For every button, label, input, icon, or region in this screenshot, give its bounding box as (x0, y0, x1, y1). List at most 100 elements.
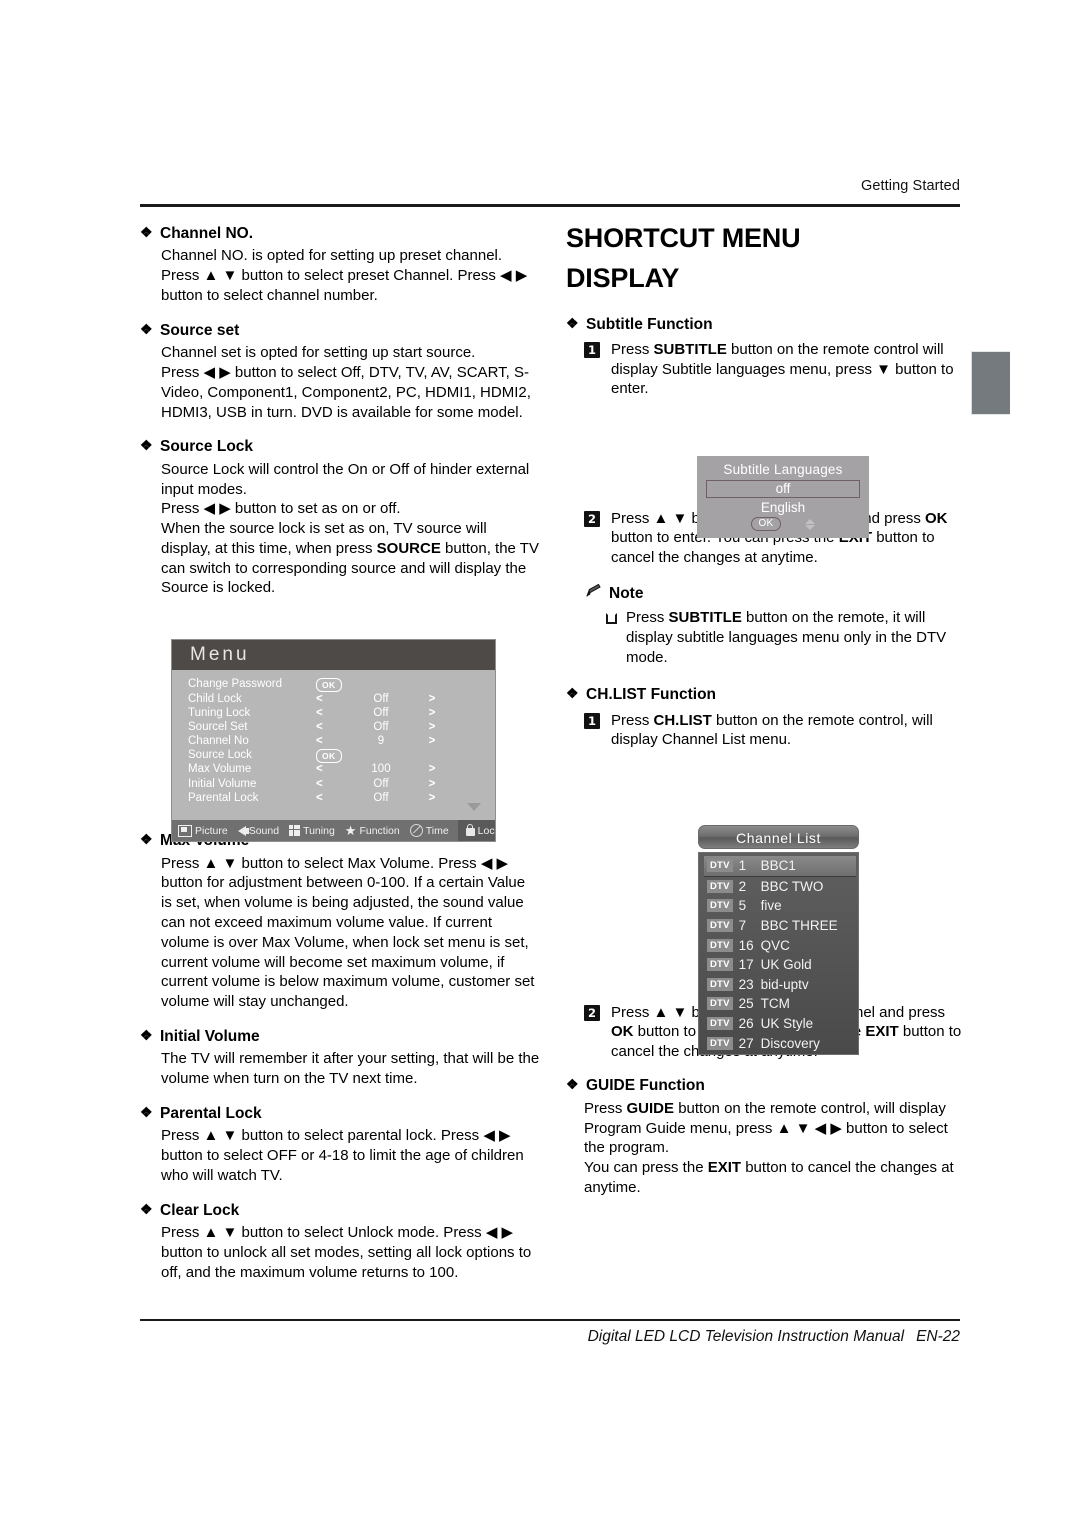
diamond-bullet-icon: ❖ (140, 1200, 153, 1217)
channel-name: BBC THREE (760, 918, 838, 934)
ok-pill[interactable]: OK (316, 678, 342, 693)
scroll-down-caret-icon[interactable] (467, 803, 481, 811)
note-title: Note (609, 584, 644, 602)
page-edge-tab-marker (971, 351, 1010, 415)
menu-row-left-arrow[interactable]: < (316, 736, 350, 748)
section-body: Press ▲ ▼ button to select Max Volume. P… (161, 854, 540, 1012)
star-icon: ★ (344, 823, 357, 838)
note-heading: Note (584, 583, 966, 604)
menu-row-value: Off (373, 720, 389, 733)
channel-name: TCM (760, 996, 790, 1012)
menu-row-right-arrow[interactable]: > (412, 693, 452, 706)
manual-title: Digital LED LCD Television Instruction M… (587, 1328, 905, 1345)
tv-menu-tab-time[interactable]: Time (405, 820, 454, 841)
menu-row-right-arrow[interactable]: > (412, 721, 452, 734)
menu-row-change-password[interactable]: Change Password OK (188, 678, 485, 693)
channel-list-row[interactable]: DTV 16 QVC (704, 935, 858, 955)
section-title: Channel NO. (160, 225, 254, 242)
channel-list-row[interactable]: DTV 2 BBC TWO (704, 877, 858, 897)
menu-row-value: Off (373, 777, 389, 790)
channel-list-row[interactable]: DTV 23 bid-uptv (704, 975, 858, 995)
tv-menu-tab-function[interactable]: ★ Function (340, 820, 405, 841)
menu-row-initial-volume[interactable]: Initial Volume < Off > (188, 777, 485, 791)
page-title-line2: DISPLAY (566, 263, 680, 294)
tv-menu-tab-lock[interactable]: Lock (457, 820, 495, 841)
channel-list-row[interactable]: DTV 27 Discovery (704, 1033, 858, 1053)
menu-row-right-arrow[interactable]: > (412, 764, 452, 776)
menu-row-left-arrow[interactable]: < (316, 721, 350, 734)
channel-number: 26 (738, 1016, 754, 1032)
section-title: Clear Lock (160, 1201, 240, 1219)
subtitle-languages-option[interactable]: English (697, 500, 869, 515)
channel-list-row[interactable]: DTV 26 UK Style (704, 1014, 858, 1034)
lock-icon (465, 823, 475, 836)
dtv-tag: DTV (707, 938, 733, 952)
diamond-bullet-icon: ❖ (140, 224, 153, 240)
header-rule (140, 204, 960, 208)
channel-list-row[interactable]: DTV 1 BBC1 (704, 856, 856, 877)
menu-row-left-arrow[interactable]: < (316, 693, 350, 706)
section-initial-volume: ❖ Initial Volume The TV will remember it… (140, 1027, 540, 1089)
paragraph: The TV will remember it after your setti… (161, 1050, 540, 1088)
subtitle-languages-selected-value[interactable]: off (706, 480, 860, 498)
section-title: Subtitle Function (586, 315, 713, 333)
diamond-bullet-icon: ❖ (140, 831, 153, 848)
menu-row-left-arrow[interactable]: < (316, 764, 350, 776)
tab-label: Time (425, 824, 449, 837)
paragraph: Press ▲ ▼ button to select preset Channe… (161, 267, 528, 304)
step-text: Press SUBTITLE button on the remote cont… (611, 341, 954, 398)
tv-menu-tab-tuning[interactable]: Tuning (284, 820, 340, 841)
tab-label: Sound (248, 824, 280, 837)
menu-row-right-arrow[interactable]: > (412, 707, 452, 720)
clock-icon (409, 824, 423, 837)
step-number-badge: 2 (584, 510, 600, 527)
menu-row-right-arrow[interactable]: > (412, 778, 452, 791)
menu-row-channel-no[interactable]: Channel No < 9 > (188, 735, 485, 749)
channel-list-row[interactable]: DTV 25 TCM (704, 994, 858, 1014)
section-heading: ❖ Source Lock (140, 437, 540, 456)
dtv-tag: DTV (707, 997, 733, 1011)
diamond-bullet-icon: ❖ (566, 1076, 579, 1093)
channel-list-row[interactable]: DTV 5 five (704, 896, 858, 916)
paragraph: You can press the EXIT button to cancel … (584, 1159, 954, 1196)
ok-pill[interactable]: OK (751, 517, 781, 531)
menu-row-tuning-lock[interactable]: Tuning Lock < Off > (188, 706, 485, 720)
menu-row-left-arrow[interactable]: < (316, 792, 350, 805)
speaker-icon (237, 825, 249, 836)
tv-menu-tab-bar: Picture Sound Tuning ★ Function Time Loc… (172, 820, 495, 841)
channel-list-row[interactable]: DTV 17 UK Gold (704, 955, 858, 975)
menu-row-child-lock[interactable]: Child Lock < Off > (188, 692, 485, 706)
section-subtitle-function: ❖ Subtitle Function 1 Press SUBTITLE but… (566, 315, 966, 399)
menu-row-left-arrow[interactable]: < (316, 778, 350, 791)
menu-row-right-arrow[interactable]: > (412, 792, 452, 805)
channel-number: 5 (738, 898, 747, 914)
step-item: 1 Press CH.LIST button on the remote con… (584, 711, 966, 750)
up-down-arrows-icon[interactable] (804, 518, 815, 530)
subtitle-languages-screenshot: Subtitle Languages off English OK (697, 456, 869, 538)
channel-list-row[interactable]: DTV 7 BBC THREE (704, 916, 858, 936)
menu-row-left-arrow[interactable]: < (316, 707, 350, 720)
menu-row-value: Off (373, 692, 389, 705)
diamond-bullet-icon: ❖ (140, 1027, 153, 1044)
ok-pill[interactable]: OK (316, 749, 342, 764)
subtitle-languages-footer: OK (697, 517, 869, 531)
menu-row-max-volume[interactable]: Max Volume < 100 > (188, 763, 485, 777)
paragraph: Press ▲ ▼ button to select parental lock… (161, 1127, 524, 1184)
section-title: Parental Lock (160, 1105, 262, 1122)
section-max-volume: ❖ Max Volume Press ▲ ▼ button to select … (140, 831, 540, 1012)
section-heading: ❖ Subtitle Function (566, 315, 966, 334)
menu-row-label: Change Password (188, 678, 282, 691)
menu-row-sourcel-set[interactable]: Sourcel Set < Off > (188, 721, 485, 735)
channel-name: BBC1 (760, 858, 796, 874)
section-heading: ❖ Source set (140, 321, 540, 340)
menu-row-right-arrow[interactable]: > (412, 736, 452, 748)
tv-menu-tab-picture[interactable]: Picture (172, 820, 233, 841)
section-parental-lock: ❖ Parental Lock Press ▲ ▼ button to sele… (140, 1104, 540, 1186)
diamond-bullet-icon: ❖ (566, 685, 579, 702)
tab-label: Picture (195, 824, 228, 837)
menu-row-parental-lock[interactable]: Parental Lock < Off > (188, 792, 485, 806)
menu-row-label: Child Lock (188, 692, 242, 705)
menu-row-source-lock[interactable]: Source Lock OK (188, 749, 485, 764)
tv-menu-tab-sound[interactable]: Sound (233, 820, 284, 841)
section-body: Press GUIDE button on the remote control… (584, 1099, 966, 1198)
